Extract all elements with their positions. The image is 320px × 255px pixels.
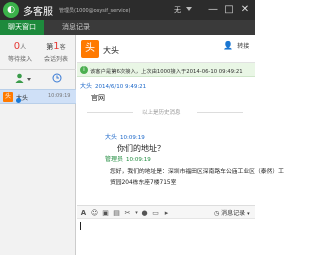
notice-text: 该客户是第6次接入，上次由1000接入于2014-06-10 09:49:21	[90, 69, 243, 75]
customer-name: 大头	[103, 46, 119, 55]
message-text: 您好，我们的地址是：深圳市福田区深南路车公庙工业区（泰然）工	[110, 169, 284, 175]
info-icon: i	[80, 66, 88, 74]
maximize-button[interactable]: □	[222, 3, 236, 17]
title-bar: ◐ 多客服 管理员(1000@osysif_service) 无 — □ ✕	[0, 0, 255, 20]
message-text: 贸园204栋东座7楼715室	[110, 180, 177, 186]
message-sender: 大头	[105, 134, 118, 141]
minimize-button[interactable]: —	[206, 3, 220, 17]
close-button[interactable]: ✕	[238, 3, 252, 17]
chat-header: 头 大头 👤 转接	[77, 35, 255, 63]
app-logo-icon: ◐	[3, 2, 19, 18]
chevron-down-icon[interactable]	[186, 7, 192, 11]
folder-icon[interactable]: ▤	[112, 208, 121, 218]
clock-icon: ◷	[214, 210, 220, 217]
chevron-down-icon[interactable]	[27, 78, 31, 81]
font-icon[interactable]: A	[79, 208, 88, 218]
waiting-label: 等待接入	[7, 56, 32, 63]
sessions-label: 会话列表	[43, 56, 68, 63]
message-records-button[interactable]: ◷ 消息记录 ▾	[214, 208, 250, 218]
history-divider-text: 以上是历史消息	[142, 110, 181, 116]
document-icon[interactable]: ▭	[151, 208, 160, 218]
online-dot-icon	[16, 98, 21, 103]
session-notice: i 该客户是第6次接入，上次由1000接入于2014-06-10 09:49:2…	[77, 63, 255, 77]
message-time: 10:09:19	[120, 135, 145, 141]
message-time: 10:09:19	[126, 157, 151, 163]
message-header: 大头 2014/6/10 9:49:21	[80, 81, 146, 90]
left-panel: 0人 等待接入 第1客 会话列表 头 大头 10:09:19	[0, 35, 76, 255]
clock-icon[interactable]	[50, 73, 64, 85]
sessions-stat[interactable]: 第1客 会话列表	[40, 41, 72, 63]
emoji-icon[interactable]: ☺	[90, 208, 99, 218]
more-icon[interactable]: ▸	[162, 208, 171, 218]
input-toolbar: A ☺ ▣ ▤ ✂ ▾ ● ▭ ▸ ◷ 消息记录 ▾	[77, 205, 255, 219]
scissors-icon[interactable]: ✂	[123, 208, 132, 218]
image-icon[interactable]: ▣	[101, 208, 110, 218]
avatar: 头	[81, 40, 99, 58]
message-input[interactable]	[77, 219, 255, 255]
message-sender: 大头	[80, 83, 93, 90]
tab-bar: 聊天窗口 消息记录	[0, 20, 255, 35]
message-text: 你们的地址？	[117, 144, 165, 153]
history-divider: 以上是历史消息	[87, 108, 247, 116]
text-caret	[80, 222, 81, 230]
app-title: 多客服	[23, 6, 53, 18]
record-label: 消息记录	[221, 210, 246, 217]
avatar: 头	[3, 92, 13, 102]
conversation-time: 10:09:19	[48, 93, 71, 99]
divider	[0, 69, 76, 70]
user-transfer-icon: 👤	[223, 41, 233, 50]
tab-chat-window[interactable]: 聊天窗口	[0, 20, 44, 35]
waiting-stat[interactable]: 0人 等待接入	[4, 41, 36, 63]
message-sender: 管理员	[105, 156, 124, 163]
tab-message-records[interactable]: 消息记录	[56, 20, 96, 35]
message-header: 大头 10:09:19	[105, 132, 145, 141]
microphone-icon[interactable]: ●	[140, 208, 149, 218]
message-time: 2014/6/10 9:49:21	[95, 84, 147, 90]
transfer-button[interactable]: 👤 转接	[223, 41, 253, 57]
conversation-list-item[interactable]: 头 大头 10:09:19	[0, 89, 76, 104]
transfer-label: 转接	[237, 43, 250, 50]
user-icon[interactable]	[12, 73, 26, 85]
message-text: 官网	[91, 94, 105, 102]
account-text: 管理员(1000@osysif_service)	[59, 7, 131, 14]
waiting-unit: 人	[20, 44, 27, 51]
sessions-unit: 客	[59, 44, 66, 51]
status-dropdown[interactable]: 无	[174, 5, 181, 15]
chevron-down-icon: ▾	[247, 211, 250, 217]
message-header: 管理员 10:09:19	[105, 154, 151, 163]
